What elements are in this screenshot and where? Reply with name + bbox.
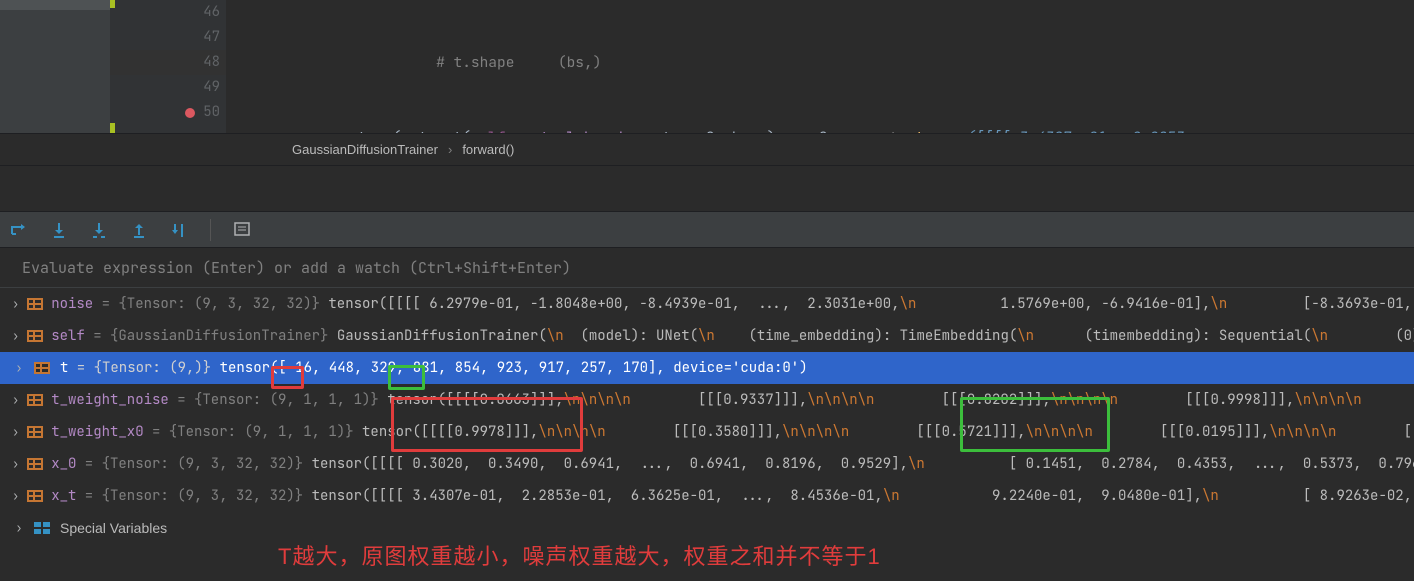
line-number: 47: [203, 25, 220, 50]
variables-panel: › noise = {Tensor: (9, 3, 32, 32)} tenso…: [0, 288, 1414, 544]
chevron-right-icon[interactable]: ›: [12, 424, 19, 440]
tensor-icon: [27, 457, 43, 471]
chevron-right-icon[interactable]: ›: [12, 328, 19, 344]
breadcrumb-function[interactable]: forward(): [462, 142, 514, 157]
chevron-right-icon[interactable]: ›: [12, 360, 26, 376]
expression-bar: [0, 248, 1414, 288]
evaluate-expression-icon[interactable]: [233, 221, 251, 239]
line-gutter[interactable]: 46 47 48 49 50: [110, 0, 226, 133]
chevron-right-icon[interactable]: ›: [12, 488, 19, 504]
chevron-right-icon[interactable]: ›: [12, 392, 19, 408]
editor-tabstrip: [0, 0, 110, 133]
line-number: 46: [203, 0, 220, 25]
var-row-noise[interactable]: › noise = {Tensor: (9, 3, 32, 32)} tenso…: [0, 288, 1414, 320]
panel-gap: [0, 166, 1414, 212]
run-to-cursor-icon[interactable]: [170, 221, 188, 239]
var-row-x0[interactable]: › x_0 = {Tensor: (9, 3, 32, 32)} tensor(…: [0, 448, 1414, 480]
tensor-icon: [27, 489, 43, 503]
step-into-my-icon[interactable]: [90, 221, 108, 239]
line-number: 50: [203, 100, 220, 125]
line-number: 49: [203, 75, 220, 100]
chevron-right-icon: ›: [448, 142, 452, 157]
var-row-xt[interactable]: › x_t = {Tensor: (9, 3, 32, 32)} tensor(…: [0, 480, 1414, 512]
var-row-t-weight-noise[interactable]: › t_weight_noise = {Tensor: (9, 1, 1, 1)…: [0, 384, 1414, 416]
chevron-right-icon[interactable]: ›: [12, 296, 19, 312]
tensor-icon: [27, 393, 43, 407]
separator: [210, 219, 211, 241]
breakpoint-icon[interactable]: [185, 108, 195, 118]
code-editor: 46 47 48 49 50 # t.shape (bs,) x_t = (ex…: [0, 0, 1414, 133]
tensor-icon: [34, 361, 52, 375]
var-row-t[interactable]: › t = {Tensor: (9,)} tensor([ 16, 448, 3…: [0, 352, 1414, 384]
debug-toolbar: [0, 212, 1414, 248]
step-out-icon[interactable]: [130, 221, 148, 239]
tensor-icon: [27, 297, 43, 311]
line-number: 48: [203, 50, 220, 75]
evaluate-expression-input[interactable]: [22, 258, 1414, 278]
breadcrumb-class[interactable]: GaussianDiffusionTrainer: [292, 142, 438, 157]
breadcrumb[interactable]: GaussianDiffusionTrainer › forward(): [0, 133, 1414, 166]
var-row-self[interactable]: › self = {GaussianDiffusionTrainer} Gaus…: [0, 320, 1414, 352]
object-icon: [27, 329, 43, 343]
step-over-icon[interactable]: [10, 221, 28, 239]
group-icon: [34, 521, 52, 535]
code-area[interactable]: # t.shape (bs,) x_t = (extract(self.sqrt…: [226, 0, 1414, 133]
var-row-t-weight-x0[interactable]: › t_weight_x0 = {Tensor: (9, 1, 1, 1)} t…: [0, 416, 1414, 448]
step-into-icon[interactable]: [50, 221, 68, 239]
annotation-text: T越大，原图权重越小，噪声权重越大，权重之和并不等于1: [278, 539, 881, 571]
tensor-icon: [27, 425, 43, 439]
chevron-right-icon[interactable]: ›: [12, 520, 26, 536]
chevron-right-icon[interactable]: ›: [12, 456, 19, 472]
